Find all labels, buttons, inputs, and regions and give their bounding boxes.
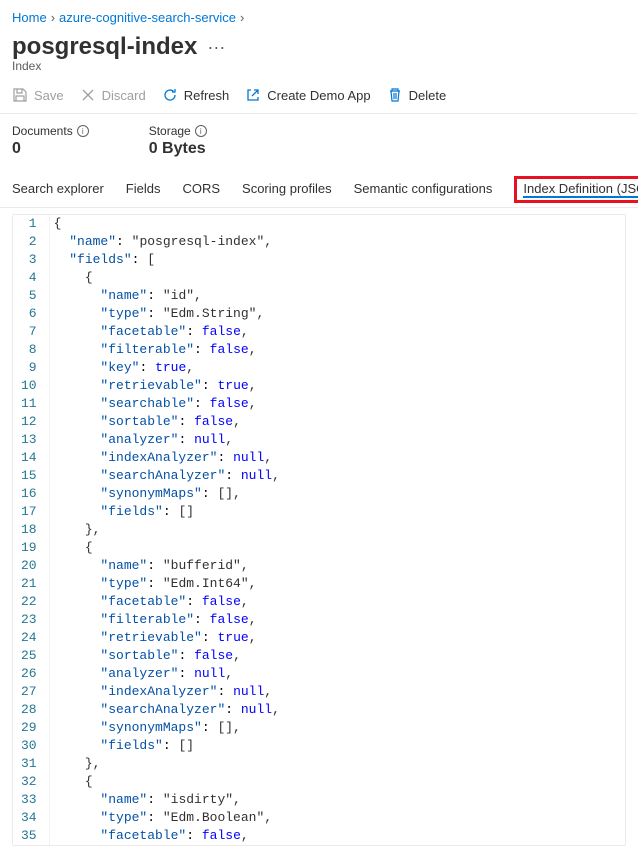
toolbar: Save Discard Refresh Create Demo App Del… (12, 87, 626, 109)
highlight-box: Index Definition (JSON) (514, 176, 638, 203)
tab-search-explorer[interactable]: Search explorer (12, 177, 104, 202)
storage-label: Storage (149, 124, 191, 138)
page-title: posgresql-index (12, 33, 197, 61)
editor-gutter: 1234567891011121314151617181920212223242… (13, 215, 50, 845)
tab-cors[interactable]: CORS (182, 177, 220, 202)
tab-index-definition-json[interactable]: Index Definition (JSON) (523, 181, 638, 198)
trash-icon (387, 87, 403, 103)
refresh-icon (162, 87, 178, 103)
create-demo-label: Create Demo App (267, 88, 370, 103)
refresh-label: Refresh (184, 88, 230, 103)
external-link-icon (245, 87, 261, 103)
documents-value: 0 (12, 140, 89, 158)
discard-button: Discard (80, 87, 146, 103)
tab-semantic[interactable]: Semantic configurations (354, 177, 493, 202)
delete-button[interactable]: Delete (387, 87, 447, 103)
breadcrumb-service[interactable]: azure-cognitive-search-service (59, 10, 236, 25)
divider (0, 113, 638, 114)
chevron-right-icon: › (51, 10, 55, 25)
breadcrumb: Home › azure-cognitive-search-service › (12, 6, 626, 29)
create-demo-button[interactable]: Create Demo App (245, 87, 370, 103)
save-label: Save (34, 88, 64, 103)
page-subtitle: Index (12, 59, 626, 73)
info-icon[interactable]: i (195, 125, 207, 137)
divider (0, 207, 638, 208)
stats-row: Documents i 0 Storage i 0 Bytes (12, 124, 626, 158)
breadcrumb-home[interactable]: Home (12, 10, 47, 25)
save-icon (12, 87, 28, 103)
more-icon[interactable]: ··· (207, 38, 225, 56)
editor-code[interactable]: { "name": "posgresql-index", "fields": [… (50, 215, 625, 845)
tabs: Search explorer Fields CORS Scoring prof… (12, 176, 626, 203)
refresh-button[interactable]: Refresh (162, 87, 230, 103)
stat-storage: Storage i 0 Bytes (149, 124, 207, 158)
discard-label: Discard (102, 88, 146, 103)
json-editor[interactable]: 1234567891011121314151617181920212223242… (12, 214, 626, 846)
save-button: Save (12, 87, 64, 103)
storage-value: 0 Bytes (149, 140, 207, 158)
stat-documents: Documents i 0 (12, 124, 89, 158)
info-icon[interactable]: i (77, 125, 89, 137)
close-icon (80, 87, 96, 103)
delete-label: Delete (409, 88, 447, 103)
tab-fields[interactable]: Fields (126, 177, 161, 202)
chevron-right-icon: › (240, 10, 244, 25)
documents-label: Documents (12, 124, 73, 138)
tab-scoring[interactable]: Scoring profiles (242, 177, 332, 202)
